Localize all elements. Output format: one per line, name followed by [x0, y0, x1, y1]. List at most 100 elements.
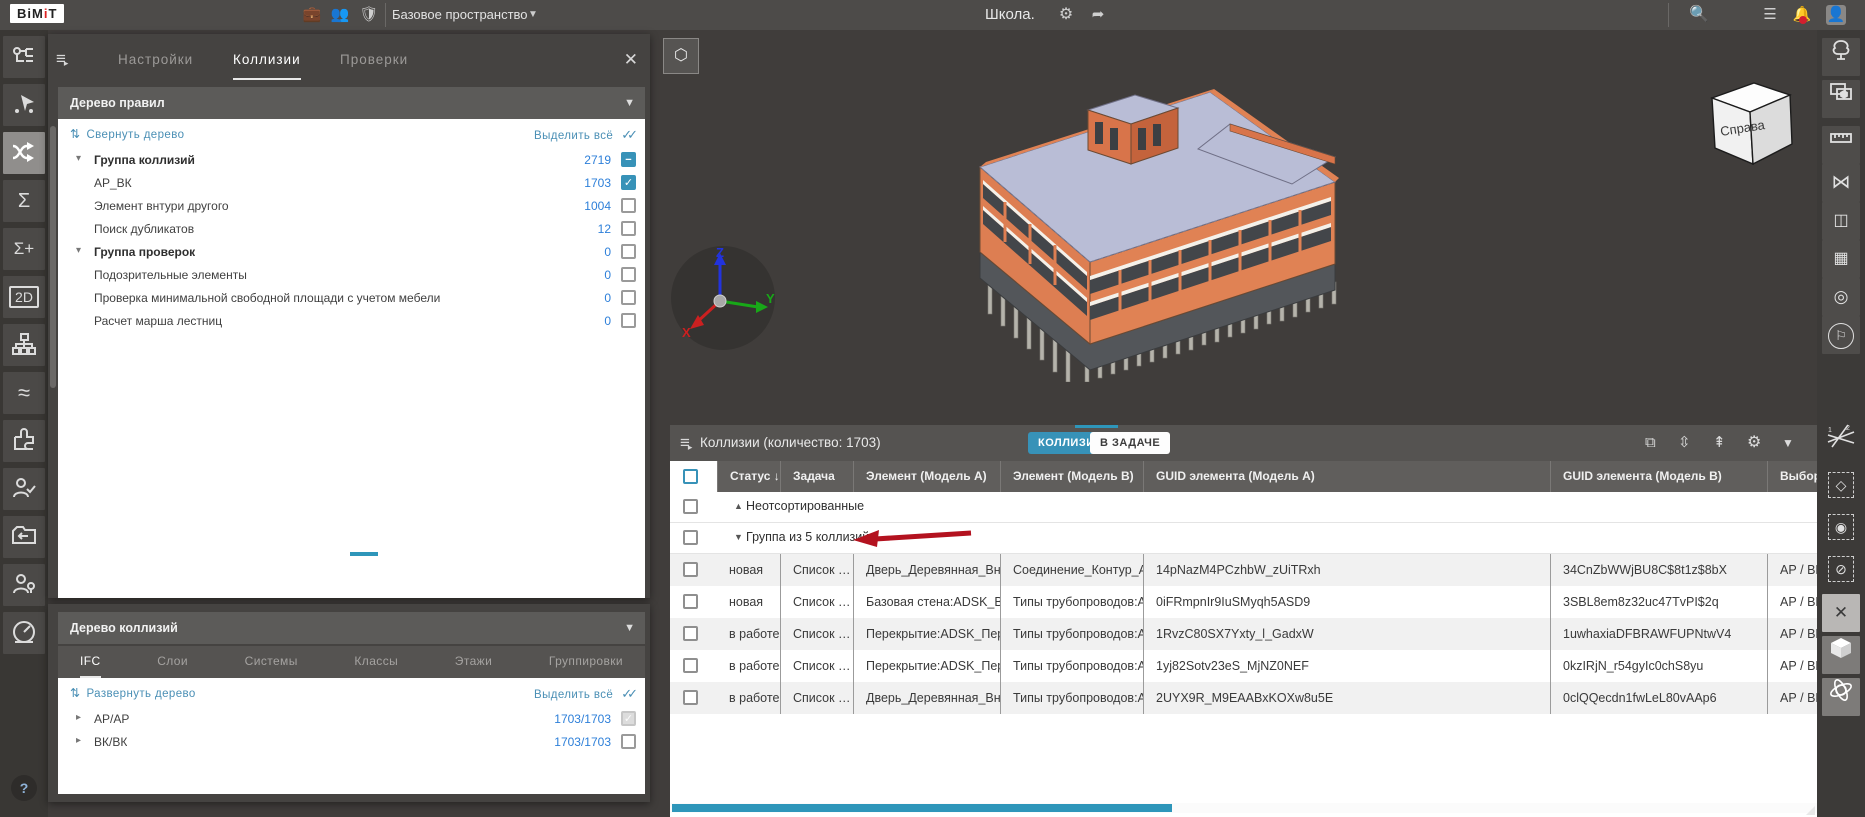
close-icon[interactable]: ✕	[624, 50, 638, 70]
table-menu-icon[interactable]: ≡▸	[680, 434, 694, 454]
tree-item[interactable]: ▾Группа проверок0	[58, 241, 645, 264]
user-account-icon[interactable]: 👤	[1826, 5, 1846, 25]
axis-gizmo[interactable]: Z Y X	[668, 243, 778, 353]
column-element-b[interactable]: Элемент (Модель B)	[1000, 461, 1143, 492]
share-icon[interactable]: ➦	[1085, 0, 1111, 30]
collision-tree-tab-группировки[interactable]: Группировки	[549, 646, 623, 678]
expand-tree-link[interactable]: ⇅Развернуть дерево	[70, 686, 196, 700]
help-button[interactable]: ?	[11, 775, 37, 801]
column-guid-a[interactable]: GUID элемента (Модель A)	[1143, 461, 1550, 492]
flag-icon[interactable]: ⚐	[1822, 316, 1860, 354]
tree-item-checkbox[interactable]: ✓	[621, 175, 636, 190]
tree-item[interactable]: Элемент внтури другого1004	[58, 195, 645, 218]
panel-menu-icon[interactable]: ≡▸	[56, 50, 70, 70]
floor-plan-icon[interactable]: ▦	[1822, 240, 1860, 278]
collision-tree-tab-классы[interactable]: Классы	[354, 646, 398, 678]
isolate-element-icon[interactable]: ◇	[1822, 466, 1860, 504]
table-row[interactable]: в работеСписок …Перекрытие:ADSK_Перекрыт…	[670, 618, 1817, 650]
row-checkbox[interactable]	[683, 562, 698, 577]
tree-item[interactable]: Подозрительные элементы0	[58, 264, 645, 287]
view-2d-icon[interactable]: 2D	[3, 276, 45, 318]
project-tree-icon[interactable]	[1822, 38, 1860, 76]
tree-item[interactable]: Проверка минимальной свободной площади с…	[58, 287, 645, 310]
sum-add-icon[interactable]: Σ+	[3, 228, 45, 270]
chevron-down-icon[interactable]: ▼	[1782, 425, 1794, 461]
chevron-down-icon[interactable]: ▼	[528, 0, 538, 30]
collapse-tree-link[interactable]: ⇅Свернуть дерево	[70, 127, 184, 141]
tree-item-checkbox[interactable]	[621, 734, 636, 749]
notifications-bell-icon[interactable]: 🔔	[1789, 0, 1815, 30]
clear-selection-icon[interactable]: ✕	[1822, 594, 1860, 632]
chevron-down-icon[interactable]: ▼	[624, 612, 635, 644]
collision-tree-tab-слои[interactable]: Слои	[157, 646, 188, 678]
chevron-down-icon[interactable]: ▼	[624, 87, 635, 119]
team-icon[interactable]: 👥	[326, 0, 354, 30]
tree-item-checkbox[interactable]	[621, 267, 636, 282]
viewport-focus-icon[interactable]: ⬡	[663, 38, 699, 74]
selection-sets-icon[interactable]	[1822, 80, 1860, 118]
export-folder-icon[interactable]	[3, 516, 45, 558]
table-settings-gear-icon[interactable]: ⚙	[1747, 425, 1761, 461]
column-task[interactable]: Задача	[780, 461, 853, 492]
copy-icon[interactable]: ⧉	[1645, 425, 1656, 461]
orbit-mode-icon[interactable]	[1822, 678, 1860, 716]
plugins-icon[interactable]	[3, 420, 45, 462]
tree-item[interactable]: АР_ВК1703✓	[58, 172, 645, 195]
table-row[interactable]: новаяСписок …Базовая стена:ADSK_Внутренн…	[670, 586, 1817, 618]
collision-check-icon[interactable]	[3, 132, 45, 174]
briefcase-icon[interactable]: 💼	[298, 0, 326, 30]
column-guid-b[interactable]: GUID элемента (Модель B)	[1550, 461, 1767, 492]
tree-expand-icon[interactable]: ▾	[76, 245, 81, 256]
hide-element-icon[interactable]: ⊘	[1822, 550, 1860, 588]
locate-target-icon[interactable]: ◎	[1822, 278, 1860, 316]
table-horizontal-scrollbar[interactable]	[670, 803, 1817, 813]
show-element-icon[interactable]: ◉	[1822, 508, 1860, 546]
tree-item[interactable]: ▾Группа коллизий2719−	[58, 149, 645, 172]
tree-item[interactable]: ▸АР/АР1703/1703✓	[58, 708, 645, 731]
column-status[interactable]: Статус ↓	[717, 461, 780, 492]
group-expand-icon[interactable]: ▲	[734, 501, 743, 511]
tree-item-checkbox[interactable]: ✓	[621, 711, 636, 726]
tree-expand-icon[interactable]: ▾	[76, 153, 81, 164]
select-all-link[interactable]: Выделить всё✓✓	[534, 686, 633, 702]
building-model[interactable]	[790, 52, 1370, 382]
tree-item[interactable]: Расчет марша лестниц0	[58, 310, 645, 333]
search-icon[interactable]: 🔍	[1686, 0, 1712, 30]
collision-tree-tab-ifc[interactable]: IFC	[80, 646, 101, 678]
tree-expand-icon[interactable]: ▸	[76, 735, 81, 746]
coordination-axes-icon[interactable]: 12	[1822, 422, 1860, 460]
bimit-logo[interactable]: BiMiT	[10, 4, 64, 23]
table-scroll-thumb[interactable]	[672, 804, 1172, 812]
section-box-icon[interactable]: ◫	[1822, 202, 1860, 240]
fit-height-icon[interactable]: ⇳	[1678, 425, 1691, 461]
navigation-cube[interactable]: Справа	[1700, 74, 1800, 174]
user-location-icon[interactable]	[3, 564, 45, 606]
row-checkbox[interactable]	[683, 626, 698, 641]
select-all-checkbox[interactable]	[683, 469, 698, 484]
table-row[interactable]: в работеСписок …Перекрытие:ADSK_Перекрыт…	[670, 650, 1817, 682]
tree-item-checkbox[interactable]	[621, 244, 636, 259]
tree-item-checkbox[interactable]: −	[621, 152, 636, 167]
row-checkbox[interactable]	[683, 499, 698, 514]
tab-settings[interactable]: Настройки	[118, 34, 193, 80]
collision-tree-tab-системы[interactable]: Системы	[245, 646, 298, 678]
resize-grip[interactable]	[1806, 806, 1815, 815]
tree-item[interactable]: ▸ВК/ВК1703/1703	[58, 731, 645, 754]
sum-icon[interactable]: Σ	[3, 180, 45, 222]
tab-collisions[interactable]: Коллизии	[233, 34, 301, 80]
dashboard-gauge-icon[interactable]	[3, 612, 45, 654]
select-all-link[interactable]: Выделить всё✓✓	[534, 127, 633, 143]
section-plane-icon[interactable]: ⋈	[1822, 164, 1860, 202]
tree-item-checkbox[interactable]	[621, 313, 636, 328]
tree-item[interactable]: Поиск дубликатов12	[58, 218, 645, 241]
row-checkbox[interactable]	[683, 690, 698, 705]
collision-tree-tab-этажи[interactable]: Этажи	[455, 646, 492, 678]
measure-ruler-icon[interactable]	[1822, 126, 1860, 164]
row-checkbox[interactable]	[683, 594, 698, 609]
table-row[interactable]: новаяСписок …Дверь_Деревянная_Внутренняя…	[670, 554, 1817, 586]
select-cursor-icon[interactable]	[3, 84, 45, 126]
rules-tree-header[interactable]: Дерево правил ▼	[58, 87, 645, 119]
collapse-rows-icon[interactable]: ⇞	[1713, 425, 1726, 461]
rules-tree-icon[interactable]	[3, 36, 45, 78]
column-selection[interactable]: Выборка	[1767, 461, 1817, 492]
